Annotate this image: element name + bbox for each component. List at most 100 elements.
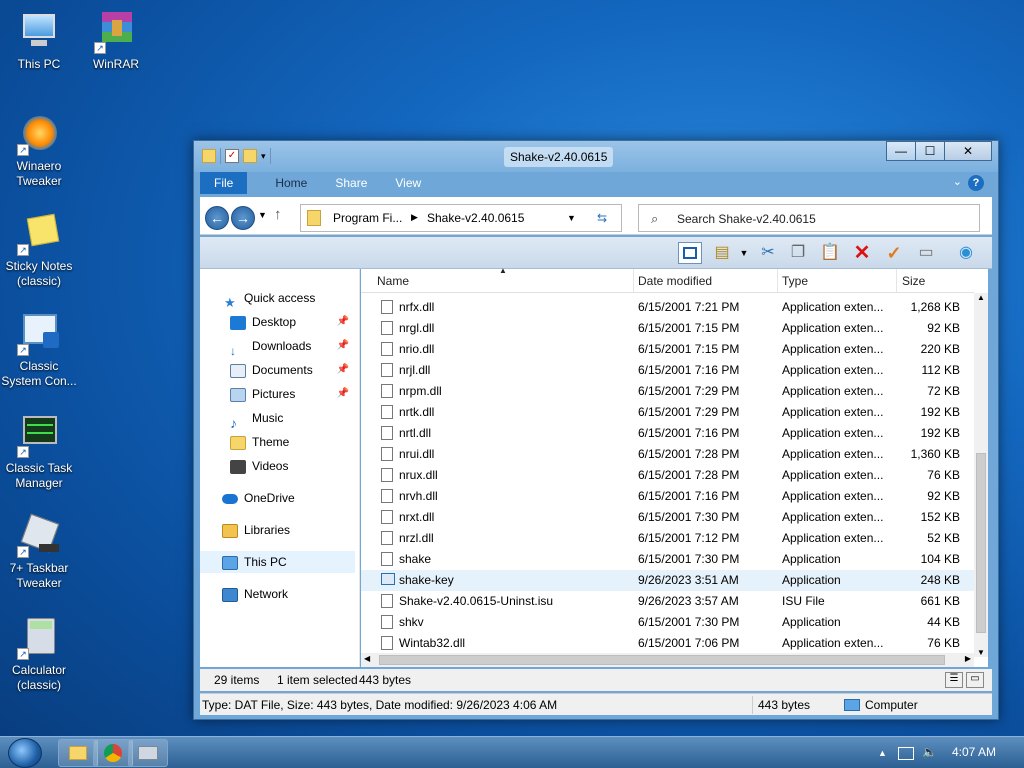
network-icon[interactable] <box>898 747 914 760</box>
desktop-icon-calculator[interactable]: ↗ Calculator (classic) <box>0 616 78 693</box>
tab-home[interactable]: Home <box>261 172 321 194</box>
file-row[interactable]: nrxt.dll 6/15/2001 7:30 PM Application ext… <box>361 507 974 528</box>
details-view-icon[interactable]: ☰ <box>945 672 963 688</box>
file-row[interactable]: Wintab32.dll 6/15/2001 7:06 PM Application… <box>361 633 974 654</box>
scroll-down-icon[interactable]: ▼ <box>977 648 985 657</box>
desktop-icon-classic-system-control[interactable]: ↗ Classic System Con... <box>0 312 78 389</box>
file-row[interactable]: nrfx.dll 6/15/2001 7:21 PM Application ext… <box>361 297 974 318</box>
start-button[interactable] <box>8 738 42 768</box>
properties-icon[interactable]: ✓ <box>225 149 239 163</box>
file-explorer-taskbar-button[interactable] <box>58 739 98 767</box>
checkmark-icon[interactable]: ✓ <box>882 242 906 264</box>
breadcrumb-shake[interactable]: Shake-v2.40.0615 <box>427 211 524 225</box>
file-row[interactable]: nrtk.dll 6/15/2001 7:29 PM Application ext… <box>361 402 974 423</box>
customize-qat-icon[interactable]: ▾ <box>261 151 266 162</box>
nav-music[interactable]: ♪ Music <box>200 407 355 431</box>
scroll-thumb[interactable] <box>379 655 945 665</box>
nav-onedrive[interactable]: OneDrive <box>200 487 355 509</box>
scroll-right-icon[interactable]: ▶ <box>965 654 971 663</box>
nav-documents[interactable]: Documents 📌 <box>200 359 355 381</box>
pin-icon[interactable]: 📌 <box>337 335 349 357</box>
app-taskbar-button[interactable] <box>128 739 168 767</box>
file-row[interactable]: nrui.dll 6/15/2001 7:28 PM Application ext… <box>361 444 974 465</box>
desktop-icon-this-pc[interactable]: This PC <box>0 10 78 72</box>
folder-icon[interactable] <box>202 149 216 163</box>
minimize-button[interactable]: — <box>886 141 916 161</box>
paste-icon[interactable]: 📋 <box>818 242 842 264</box>
column-divider[interactable] <box>777 269 778 293</box>
file-row[interactable]: nrjl.dll 6/15/2001 7:16 PM Application ext… <box>361 360 974 381</box>
title-bar[interactable]: ✓ ▾ Shake-v2.40.0615 — ☐ ✕ <box>194 141 998 172</box>
file-row[interactable]: nrux.dll 6/15/2001 7:28 PM Application ext… <box>361 465 974 486</box>
file-row[interactable]: nrio.dll 6/15/2001 7:15 PM Application ext… <box>361 339 974 360</box>
pin-icon[interactable]: 📌 <box>337 359 349 381</box>
nav-network[interactable]: Network <box>200 583 355 605</box>
recent-locations-icon[interactable]: ▼ <box>258 210 267 220</box>
maximize-button[interactable]: ☐ <box>915 141 945 161</box>
preview-pane-icon[interactable] <box>678 242 702 264</box>
file-row[interactable]: shake 6/15/2001 7:30 PM Application 104 KB <box>361 549 974 570</box>
desktop-icon-winrar[interactable]: ↗ WinRAR <box>77 10 155 72</box>
view-options-icon[interactable]: ▤ <box>710 242 734 264</box>
column-divider[interactable] <box>896 269 897 293</box>
chevron-down-icon[interactable]: ⌄ <box>953 175 962 191</box>
back-button[interactable]: ← <box>205 206 229 230</box>
view-dropdown-icon[interactable]: ▼ <box>732 242 756 264</box>
delete-icon[interactable]: ✕ <box>850 242 874 264</box>
vertical-scrollbar[interactable]: ▲ ▼ <box>974 293 988 657</box>
desktop-icon-classic-task-manager[interactable]: ↗ Classic Task Manager <box>0 414 78 491</box>
pin-icon[interactable]: 📌 <box>337 383 349 405</box>
file-row[interactable]: nrvh.dll 6/15/2001 7:16 PM Application ext… <box>361 486 974 507</box>
file-row[interactable]: Shake-v2.40.0615-Uninst.isu 9/26/2023 3:5… <box>361 591 974 612</box>
horizontal-scrollbar[interactable]: ◀ ▶ <box>361 653 974 667</box>
column-size[interactable]: Size <box>902 274 925 288</box>
breadcrumb-program-files[interactable]: Program Fi... <box>333 211 402 225</box>
tab-view[interactable]: View <box>381 172 435 194</box>
rename-icon[interactable]: ▭ <box>914 242 938 264</box>
tab-share[interactable]: Share <box>321 172 381 194</box>
nav-theme[interactable]: Theme <box>200 431 355 453</box>
nav-quick-access[interactable]: ★ Quick access <box>200 287 355 310</box>
large-icons-view-icon[interactable]: ▭ <box>966 672 984 688</box>
forward-button[interactable]: → <box>231 206 255 230</box>
nav-desktop[interactable]: Desktop 📌 <box>200 311 355 333</box>
nav-videos[interactable]: Videos <box>200 455 355 477</box>
help-icon[interactable]: ? <box>968 175 984 191</box>
desktop-icon-winaero-tweaker[interactable]: ↗ Winaero Tweaker <box>0 112 78 189</box>
file-row[interactable]: nrpm.dll 6/15/2001 7:29 PM Application ext… <box>361 381 974 402</box>
file-row[interactable]: nrgl.dll 6/15/2001 7:15 PM Application ext… <box>361 318 974 339</box>
volume-muted-icon[interactable]: 🔈 <box>922 745 937 759</box>
column-name[interactable]: Name <box>377 274 409 288</box>
chrome-taskbar-button[interactable] <box>93 739 133 767</box>
nav-this-pc[interactable]: This PC <box>200 551 355 573</box>
address-box[interactable]: Program Fi... ▶ Shake-v2.40.0615 ▼ ⇆ <box>300 204 622 232</box>
nav-downloads[interactable]: ↓ Downloads 📌 <box>200 335 355 358</box>
file-row[interactable]: shake-key 9/26/2023 3:51 AM Application 248… <box>361 570 974 591</box>
file-row[interactable]: shkv 6/15/2001 7:30 PM Application 44 KB <box>361 612 974 633</box>
scroll-thumb[interactable] <box>976 453 986 633</box>
cut-icon[interactable]: ✂ <box>756 242 780 264</box>
globe-icon[interactable]: ◉ <box>954 242 978 264</box>
clock[interactable]: 4:07 AM <box>952 745 996 759</box>
show-hidden-icons-icon[interactable]: ▲ <box>878 748 887 758</box>
column-type[interactable]: Type <box>782 274 808 288</box>
address-dropdown-icon[interactable]: ▼ <box>567 213 576 223</box>
desktop-icon-taskbar-tweaker[interactable]: ↗ 7+ Taskbar Tweaker <box>0 513 78 591</box>
up-arrow-icon[interactable]: ↑ <box>274 206 282 223</box>
new-folder-icon[interactable] <box>243 149 257 163</box>
file-row[interactable]: nrzl.dll 6/15/2001 7:12 PM Application ext… <box>361 528 974 549</box>
desktop-icon-sticky-notes[interactable]: ↗ Sticky Notes (classic) <box>0 212 78 289</box>
search-box[interactable]: ⌕ Search Shake-v2.40.0615 <box>638 204 980 232</box>
refresh-icon[interactable]: ⇆ <box>597 211 607 225</box>
file-row[interactable]: nrtl.dll 6/15/2001 7:16 PM Application ext… <box>361 423 974 444</box>
nav-pictures[interactable]: Pictures 📌 <box>200 383 355 405</box>
column-divider[interactable] <box>633 269 634 293</box>
pin-icon[interactable]: 📌 <box>337 311 349 333</box>
scroll-up-icon[interactable]: ▲ <box>977 293 985 302</box>
copy-icon[interactable]: ❐ <box>786 242 810 264</box>
scroll-left-icon[interactable]: ◀ <box>364 654 370 663</box>
nav-libraries[interactable]: Libraries <box>200 519 355 541</box>
column-date[interactable]: Date modified <box>638 274 712 288</box>
tab-file[interactable]: File <box>200 172 248 194</box>
close-button[interactable]: ✕ <box>944 141 992 161</box>
